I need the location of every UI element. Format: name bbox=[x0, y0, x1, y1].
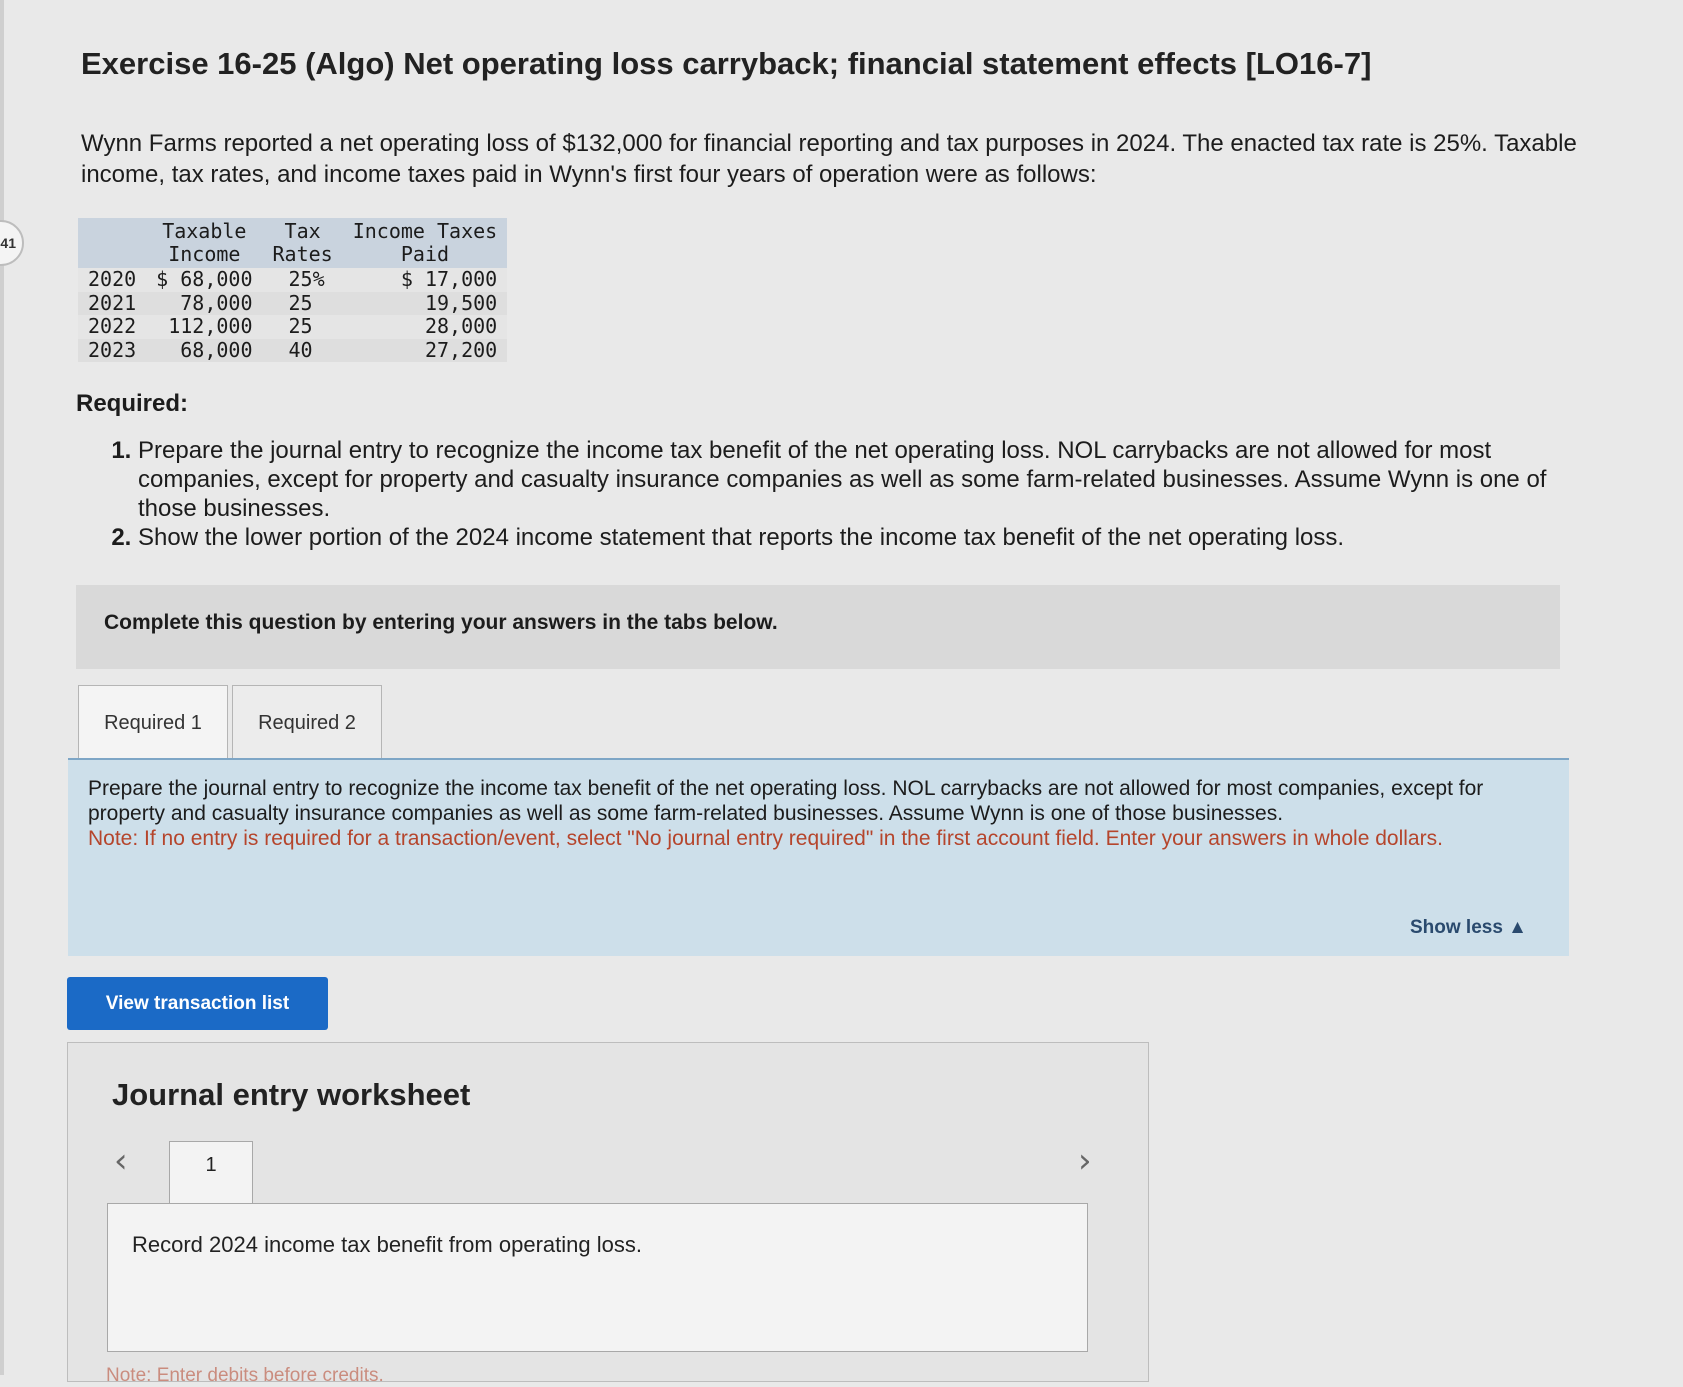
table-row: 2021 78,000 25 19,500 bbox=[78, 291, 508, 315]
header-tax-rates-line2: Rates bbox=[272, 242, 333, 266]
instructions-note: Note: If no entry is required for a tran… bbox=[88, 827, 1443, 850]
year-cell: 2020 bbox=[78, 267, 147, 292]
problem-intro: Wynn Farms reported a net operating loss… bbox=[81, 130, 1577, 188]
header-taxable-income-line1: Taxable bbox=[162, 219, 247, 243]
complete-question-banner: Complete this question by entering your … bbox=[76, 585, 1560, 669]
table-row: 2023 68,000 40 27,200 bbox=[78, 338, 508, 362]
taxes-paid-cell: $ 17,000 bbox=[342, 267, 508, 292]
left-edge-strip bbox=[0, 0, 4, 1375]
tab-required-2[interactable]: Required 2 bbox=[232, 685, 382, 761]
chevron-right-icon[interactable]: › bbox=[1078, 1141, 1092, 1181]
entry-description: Record 2024 income tax benefit from oper… bbox=[132, 1232, 642, 1257]
year-cell: 2021 bbox=[78, 291, 147, 315]
page-title: Exercise 16-25 (Algo) Net operating loss… bbox=[81, 46, 1372, 81]
required-item-1: Prepare the journal entry to recognize t… bbox=[138, 436, 1598, 523]
tax-history-table: Taxable Income Tax Rates Income Taxes Paid … bbox=[78, 218, 508, 362]
table-row: 2020 $ 68,000 25% $ 17,000 bbox=[78, 267, 508, 292]
show-less-link[interactable]: Show less ▲ bbox=[1410, 915, 1527, 940]
year-cell: 2022 bbox=[78, 314, 147, 339]
debits-credits-note: Note: Enter debits before credits. bbox=[106, 1365, 384, 1386]
header-tax-rates-line1: Tax bbox=[284, 219, 321, 243]
required-list: Prepare the journal entry to recognize t… bbox=[108, 436, 1598, 552]
tax-rate-cell: 25 bbox=[262, 291, 343, 315]
header-year bbox=[78, 218, 147, 268]
instructions-text: Prepare the journal entry to recognize t… bbox=[88, 777, 1484, 825]
worksheet-title: Journal entry worksheet bbox=[112, 1077, 471, 1112]
header-taxable-income: Taxable Income bbox=[146, 218, 263, 268]
taxes-paid-cell: 27,200 bbox=[342, 338, 508, 362]
header-taxes-paid: Income Taxes Paid bbox=[342, 218, 508, 268]
taxes-paid-cell: 19,500 bbox=[342, 291, 508, 315]
table-header-row: Taxable Income Tax Rates Income Taxes Paid bbox=[78, 218, 508, 268]
header-tax-rates: Tax Rates bbox=[262, 218, 343, 268]
complete-question-text: Complete this question by entering your … bbox=[104, 611, 778, 634]
year-cell: 2023 bbox=[78, 338, 147, 362]
required-heading: Required: bbox=[76, 390, 189, 417]
tax-rate-cell: 25% bbox=[262, 267, 343, 292]
header-taxable-income-line2: Income bbox=[168, 242, 241, 266]
chevron-left-icon[interactable]: ‹ bbox=[114, 1141, 128, 1181]
taxable-income-cell: 78,000 bbox=[146, 291, 263, 315]
taxes-paid-cell: 28,000 bbox=[342, 314, 508, 339]
header-taxes-paid-line2: Paid bbox=[400, 242, 450, 266]
question-number-badge[interactable]: 41 bbox=[0, 220, 24, 266]
taxable-income-cell: $ 68,000 bbox=[146, 267, 263, 292]
entry-description-box: Record 2024 income tax benefit from oper… bbox=[107, 1203, 1088, 1352]
required-item-2: Show the lower portion of the 2024 incom… bbox=[138, 523, 1598, 552]
tab-required-1[interactable]: Required 1 bbox=[78, 685, 228, 761]
tax-rate-cell: 40 bbox=[262, 338, 343, 362]
journal-entry-worksheet: Journal entry worksheet ‹ 1 › Record 202… bbox=[67, 1042, 1149, 1386]
view-transaction-list-button[interactable]: View transaction list bbox=[67, 977, 328, 1030]
tax-rate-cell: 25 bbox=[262, 314, 343, 339]
header-taxes-paid-line1: Income Taxes bbox=[352, 219, 498, 243]
instructions-panel: Prepare the journal entry to recognize t… bbox=[68, 758, 1569, 956]
taxable-income-cell: 68,000 bbox=[146, 338, 263, 362]
taxable-income-cell: 112,000 bbox=[146, 314, 263, 339]
table-row: 2022 112,000 25 28,000 bbox=[78, 314, 508, 339]
